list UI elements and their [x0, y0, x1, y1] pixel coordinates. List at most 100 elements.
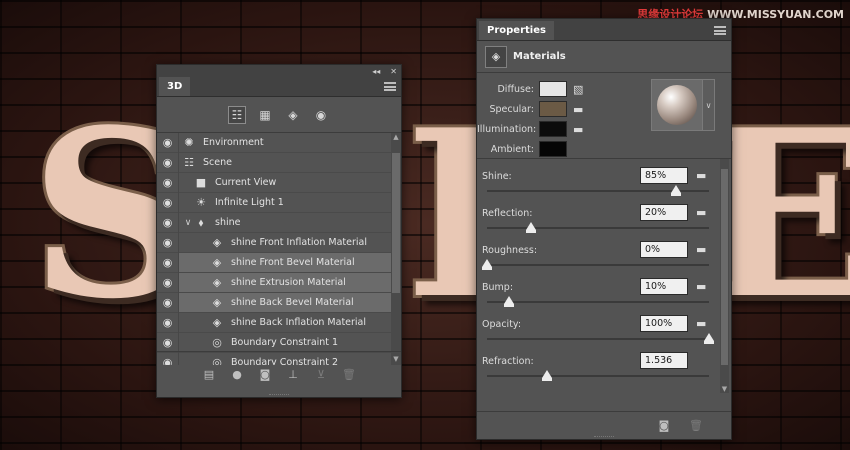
material-filter-icon[interactable]: ◈: [284, 106, 302, 124]
scene-item-content[interactable]: ◈ shine Front Inflation Material: [179, 233, 401, 252]
visibility-eye-icon[interactable]: ◉: [157, 232, 179, 253]
add-light-icon[interactable]: ●: [230, 368, 244, 382]
material-preview[interactable]: [651, 79, 703, 131]
scene-item[interactable]: ◉ ◈ shine Front Bevel Material: [157, 252, 401, 273]
properties-scroll-down-icon[interactable]: ▼: [720, 385, 729, 393]
3d-panel-titlebar[interactable]: ◂◂ ✕: [157, 65, 401, 77]
folder-icon[interactable]: ▬: [696, 169, 706, 182]
constraint-tool-icon[interactable]: ⊻: [314, 368, 328, 382]
materials-title: Materials: [513, 51, 566, 62]
slider-value-input[interactable]: 0%: [640, 241, 688, 258]
render-icon[interactable]: ◙: [657, 419, 671, 433]
close-icon[interactable]: ✕: [390, 67, 397, 76]
folder-icon[interactable]: ▬: [696, 206, 706, 219]
scene-item-content[interactable]: ■ Current View: [179, 173, 401, 192]
visibility-eye-icon[interactable]: ◉: [157, 332, 179, 353]
slider-knob[interactable]: [704, 333, 714, 344]
slider-value-input[interactable]: 1.536: [640, 352, 688, 369]
properties-scrollbar[interactable]: ▼: [720, 159, 729, 393]
scene-item[interactable]: ◉ ✺ Environment: [157, 133, 401, 153]
environment-icon: ✺: [184, 136, 194, 149]
slider-knob[interactable]: [504, 296, 515, 307]
scrollbar-thumb[interactable]: [392, 153, 400, 293]
tab-3d[interactable]: 3D: [159, 77, 191, 96]
slider-track[interactable]: [487, 185, 709, 196]
texture-file-icon[interactable]: ▧: [573, 83, 583, 96]
slider-track[interactable]: [487, 333, 714, 344]
slider-value-input[interactable]: 20%: [640, 204, 688, 221]
visibility-eye-icon[interactable]: ◉: [157, 292, 179, 313]
scene-item[interactable]: ◉ ◈ shine Extrusion Material: [157, 272, 401, 293]
scene-scrollbar[interactable]: ▲ ▼: [391, 133, 401, 365]
folder-icon[interactable]: ▬: [696, 317, 706, 330]
color-swatch[interactable]: [539, 81, 567, 97]
slider-track[interactable]: [487, 370, 709, 381]
trash-icon[interactable]: 🗑: [342, 368, 356, 382]
slider-knob[interactable]: [526, 222, 537, 233]
mesh-icon: ⬧: [198, 215, 204, 229]
light-filter-icon[interactable]: ◉: [312, 106, 330, 124]
trash-icon[interactable]: 🗑: [689, 419, 703, 433]
folder-icon[interactable]: ▬: [696, 280, 706, 293]
preset-dropdown-icon[interactable]: ∨: [703, 79, 715, 131]
scene-item[interactable]: ◉ ■ Current View: [157, 172, 401, 193]
slider-track[interactable]: [482, 259, 709, 270]
scene-item[interactable]: ◉ ◎ Boundary Constraint 1: [157, 332, 401, 353]
folder-icon[interactable]: ▬: [573, 103, 583, 116]
color-swatch[interactable]: [539, 101, 567, 117]
resize-grip[interactable]: [269, 394, 289, 395]
scene-item-content[interactable]: ✺ Environment: [179, 133, 401, 152]
slider-value-input[interactable]: 85%: [640, 167, 688, 184]
slider-knob[interactable]: [482, 259, 492, 270]
visibility-eye-icon[interactable]: ◉: [157, 152, 179, 173]
render-icon[interactable]: ◙: [258, 368, 272, 382]
slider-label: Bump:: [482, 282, 514, 293]
scene-item-content[interactable]: ◈ shine Back Inflation Material: [179, 313, 401, 332]
collapse-icon[interactable]: ◂◂: [372, 67, 380, 76]
scene-item-content[interactable]: ◈ shine Extrusion Material: [179, 273, 401, 292]
scene-item-content[interactable]: ☀ Infinite Light 1: [179, 193, 401, 212]
scene-item[interactable]: ◉ ☀ Infinite Light 1: [157, 192, 401, 213]
folder-icon[interactable]: ▬: [573, 123, 583, 136]
add-mesh-icon[interactable]: ▤: [202, 368, 216, 382]
slider-value-input[interactable]: 100%: [640, 315, 688, 332]
properties-scroll-thumb[interactable]: [721, 169, 728, 365]
visibility-eye-icon[interactable]: ◉: [157, 172, 179, 193]
slider-track[interactable]: [487, 222, 709, 233]
slider-knob[interactable]: [541, 370, 552, 381]
scene-item-content[interactable]: ◎ Boundary Constraint 1: [179, 333, 401, 352]
color-swatch[interactable]: [539, 141, 567, 157]
scene-item-content[interactable]: ∨ ⬧ shine: [179, 213, 401, 232]
panel-menu-icon[interactable]: [384, 82, 396, 91]
visibility-eye-icon[interactable]: ◉: [157, 252, 179, 273]
swatch-row: Diffuse: ▧: [477, 79, 583, 99]
scroll-up-icon[interactable]: ▲: [391, 133, 401, 143]
scene-item[interactable]: ◉ ◈ shine Back Inflation Material: [157, 312, 401, 333]
color-swatch[interactable]: [539, 121, 567, 137]
visibility-eye-icon[interactable]: ◉: [157, 212, 179, 233]
visibility-eye-icon[interactable]: ◉: [157, 192, 179, 213]
slider-track[interactable]: [487, 296, 709, 307]
scene-filter-icon[interactable]: ☷: [228, 105, 246, 124]
scene-item[interactable]: ◉ ◈ shine Back Bevel Material: [157, 292, 401, 313]
properties-resize-grip[interactable]: [594, 436, 614, 437]
mesh-filter-icon[interactable]: ▦: [256, 106, 274, 124]
visibility-eye-icon[interactable]: ◉: [157, 312, 179, 333]
scene-item[interactable]: ◉ ∨ ⬧ shine: [157, 212, 401, 233]
scene-item[interactable]: ◉ ◈ shine Front Inflation Material: [157, 232, 401, 253]
material-swatches: ∨ Diffuse: ▧ Specular: ▬ Illumination: ▬ Ambie…: [477, 73, 731, 159]
properties-menu-icon[interactable]: [714, 26, 726, 35]
scene-item[interactable]: ◉ ☷ Scene: [157, 152, 401, 173]
drop-to-plane-icon[interactable]: ⊥: [286, 368, 300, 382]
slider-value-input[interactable]: 10%: [640, 278, 688, 295]
scene-item-label: shine Back Inflation Material: [231, 317, 367, 328]
tab-properties[interactable]: Properties: [479, 21, 554, 40]
visibility-eye-icon[interactable]: ◉: [157, 272, 179, 293]
expand-arrow-icon[interactable]: ∨: [183, 218, 193, 228]
scene-item-content[interactable]: ◈ shine Back Bevel Material: [179, 293, 401, 312]
folder-icon[interactable]: ▬: [696, 243, 706, 256]
scene-item-content[interactable]: ☷ Scene: [179, 153, 401, 172]
visibility-eye-icon[interactable]: ◉: [157, 133, 179, 153]
slider-knob[interactable]: [670, 185, 681, 196]
scene-item-content[interactable]: ◈ shine Front Bevel Material: [179, 253, 401, 272]
